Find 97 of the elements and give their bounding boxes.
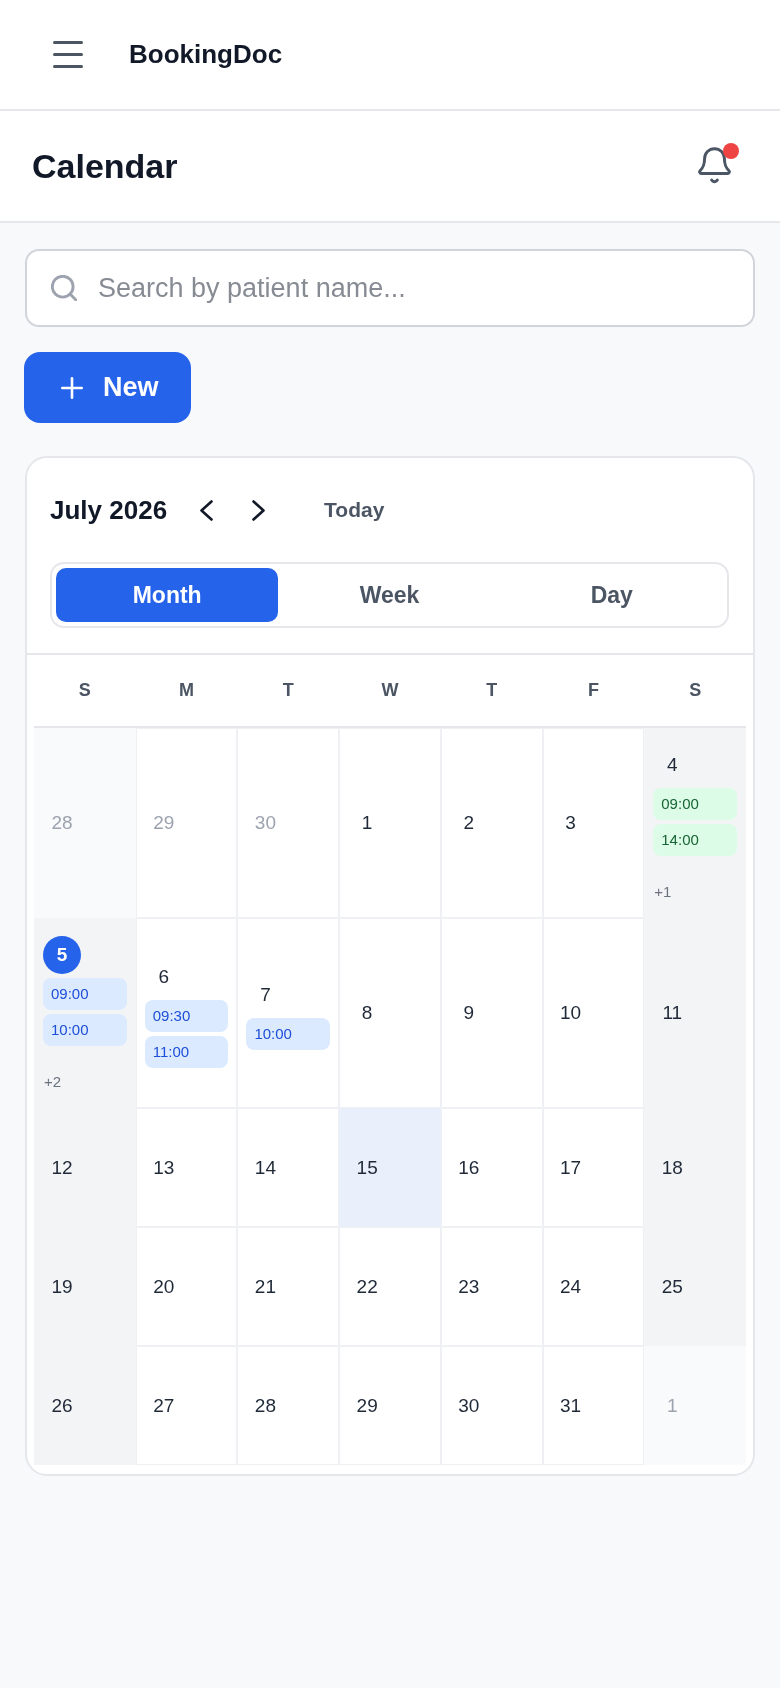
appointment-chip[interactable]: 09:30: [144, 1000, 229, 1032]
day-number: 12: [50, 1155, 74, 1180]
new-appointment-button[interactable]: New: [24, 352, 191, 423]
weekday-label: W: [381, 680, 399, 701]
day-cell[interactable]: 12: [34, 1108, 136, 1227]
search-icon: [51, 275, 77, 301]
day-cell[interactable]: 8: [339, 918, 441, 1108]
day-cell[interactable]: 25: [644, 1227, 746, 1346]
day-cell[interactable]: 14: [237, 1108, 340, 1227]
day-number: 1: [666, 1393, 679, 1418]
day-number: 19: [50, 1274, 74, 1299]
day-cell[interactable]: 18: [644, 1108, 746, 1227]
view-tab[interactable]: Month: [56, 568, 279, 622]
day-number: 20: [152, 1274, 176, 1299]
day-cell[interactable]: 7 10:00: [237, 918, 340, 1108]
day-cell[interactable]: 16: [440, 1108, 543, 1227]
day-cell[interactable]: 21: [237, 1227, 340, 1346]
day-cell[interactable]: 6 09:30 11:00: [135, 918, 238, 1108]
day-number: 16: [457, 1155, 481, 1180]
day-cell[interactable]: 20: [135, 1227, 238, 1346]
day-cell[interactable]: 22: [339, 1227, 441, 1346]
day-number: 8: [360, 1001, 374, 1025]
day-cell[interactable]: 24: [542, 1227, 645, 1346]
weekday-label: F: [587, 680, 599, 701]
weekday-label: T: [486, 680, 498, 701]
day-number: 30: [457, 1393, 481, 1418]
day-cell[interactable]: 28: [237, 1346, 340, 1465]
day-cell[interactable]: 15: [339, 1108, 441, 1227]
app-title: BookingDoc: [129, 39, 283, 70]
day-cell[interactable]: 10: [542, 918, 645, 1108]
day-cell[interactable]: 23: [440, 1227, 543, 1346]
weekday-label: S: [78, 680, 91, 701]
appointment-chip[interactable]: 09:00: [43, 978, 127, 1010]
day-number: 31: [559, 1393, 583, 1418]
page-title: Calendar: [32, 146, 178, 186]
menu-icon: [53, 41, 83, 68]
day-number: 28: [50, 811, 74, 835]
day-number: 25: [660, 1274, 684, 1299]
day-number: 28: [253, 1393, 277, 1418]
day-cell[interactable]: 29: [339, 1346, 441, 1465]
day-number: 6: [157, 965, 170, 989]
day-cell[interactable]: 11: [644, 918, 746, 1108]
day-cell[interactable]: 30: [440, 1346, 543, 1465]
day-number: 29: [152, 811, 176, 835]
day-cell[interactable]: 4 09:00 14:00 +1: [644, 728, 746, 918]
appointment-chip[interactable]: 11:00: [144, 1036, 229, 1068]
chevron-left-icon: [199, 499, 213, 521]
day-number: 2: [462, 811, 476, 835]
day-number: 11: [661, 1001, 684, 1025]
day-number: 10: [559, 1001, 583, 1025]
day-number: 9: [462, 1001, 476, 1025]
month-label: July 2026: [50, 494, 168, 526]
day-number: 23: [457, 1274, 481, 1299]
day-number: 24: [559, 1274, 583, 1299]
today-button[interactable]: Today: [310, 488, 399, 532]
bell-icon: [697, 147, 731, 185]
day-number: 14: [253, 1155, 277, 1180]
day-cell[interactable]: 5 09:00 10:00 +2: [34, 918, 136, 1108]
day-number: 26: [50, 1393, 74, 1418]
search-field[interactable]: Search by patient name...: [25, 249, 755, 327]
view-tab[interactable]: Day: [500, 568, 723, 622]
day-cell[interactable]: 9: [440, 918, 543, 1108]
day-cell[interactable]: 27: [135, 1346, 238, 1465]
view-tab[interactable]: Week: [278, 568, 501, 622]
weekday-label: M: [179, 680, 195, 701]
day-number: 30: [253, 811, 277, 835]
appointment-chip[interactable]: 10:00: [43, 1014, 127, 1046]
day-number: 21: [253, 1274, 277, 1299]
day-cell[interactable]: 3: [542, 728, 645, 918]
day-cell[interactable]: 26: [34, 1346, 136, 1465]
day-number: 29: [355, 1393, 379, 1418]
day-number: 18: [660, 1155, 684, 1180]
day-number: 17: [559, 1155, 583, 1180]
day-cell[interactable]: 19: [34, 1227, 136, 1346]
day-number: 1: [360, 811, 374, 835]
day-number: 7: [259, 983, 272, 1007]
more-appointments-link[interactable]: +2: [43, 1074, 62, 1090]
more-appointments-link[interactable]: +1: [653, 884, 672, 900]
chevron-right-icon: [251, 499, 265, 521]
appointment-chip[interactable]: 14:00: [653, 824, 737, 856]
weekday-label: T: [282, 680, 294, 701]
day-number: 27: [152, 1393, 176, 1418]
day-cell[interactable]: 1: [339, 728, 441, 918]
day-number: 3: [564, 811, 577, 835]
day-number: 22: [355, 1274, 379, 1299]
day-number: 5: [43, 936, 81, 974]
appointment-chip[interactable]: 09:00: [653, 788, 737, 820]
day-cell[interactable]: 31: [542, 1346, 645, 1465]
weekday-label: S: [689, 680, 702, 701]
day-cell[interactable]: 17: [542, 1108, 645, 1227]
day-cell[interactable]: 13: [135, 1108, 238, 1227]
day-number: 13: [152, 1155, 176, 1180]
appointment-chip[interactable]: 10:00: [246, 1018, 331, 1050]
day-number: 15: [355, 1155, 379, 1180]
day-cell[interactable]: 2: [440, 728, 543, 918]
plus-icon: [61, 376, 83, 399]
day-number: 4: [666, 753, 679, 777]
